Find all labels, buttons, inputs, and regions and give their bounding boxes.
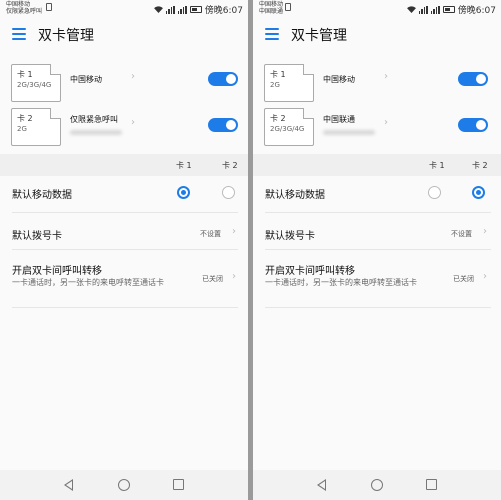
default-data-radio-card-1[interactable] — [428, 186, 441, 199]
chevron-right-icon: › — [384, 117, 388, 128]
battery-icon — [189, 6, 202, 13]
divider — [265, 212, 491, 213]
recent-apps-icon[interactable] — [426, 479, 437, 490]
default-dial-value: 不设置 — [200, 230, 221, 238]
chevron-right-icon: › — [232, 271, 236, 282]
sim-slot-label: 卡 2 — [17, 114, 33, 123]
carrier-1-label: 中国移动 — [259, 1, 284, 8]
redacted-number — [323, 130, 375, 135]
sim-1-toggle[interactable] — [208, 72, 238, 86]
sim-network-types: 2G — [270, 81, 280, 89]
call-forward-description: 一卡通话时，另一张卡的来电呼转至通话卡 — [265, 278, 417, 287]
sim-card-icon: 卡 1 2G/3G/4G — [11, 64, 61, 102]
column-header-card-2: 卡 2 — [222, 161, 238, 170]
home-icon[interactable] — [371, 479, 383, 491]
sim-card-icon: 卡 2 2G/3G/4G — [264, 108, 314, 146]
chevron-right-icon: › — [131, 117, 135, 128]
column-header-card-1: 卡 1 — [176, 161, 192, 170]
phone-screen-right: 中国移动 中国联通 傍晚6:07 双卡管理 卡 1 2G 中国移动 › 卡 2 … — [253, 0, 501, 500]
sim-status-icon — [46, 3, 52, 11]
phone-screen-left: 中国移动 仅限紧急呼叫 傍晚6:07 双卡管理 卡 1 2G/3G/4G 中国移… — [0, 0, 248, 500]
status-time: 傍晚6:07 — [457, 6, 496, 16]
home-icon[interactable] — [118, 479, 130, 491]
carrier-info: 中国移动 中国联通 — [259, 1, 283, 15]
default-data-radio-card-2[interactable] — [472, 186, 485, 199]
page-title: 双卡管理 — [291, 28, 347, 44]
menu-icon[interactable] — [12, 28, 26, 40]
signal-icon — [418, 5, 428, 14]
app-bar: 双卡管理 — [0, 20, 248, 50]
wifi-icon — [153, 6, 163, 13]
signal-icon-2 — [177, 5, 187, 14]
status-time: 傍晚6:07 — [204, 6, 243, 16]
chevron-right-icon: › — [131, 71, 135, 82]
page-title: 双卡管理 — [38, 28, 94, 44]
divider — [265, 249, 491, 250]
divider — [265, 307, 491, 308]
chevron-right-icon: › — [483, 271, 487, 282]
sim-operator-name: 中国移动 — [70, 75, 102, 84]
wifi-icon — [406, 6, 416, 13]
carrier-info: 中国移动 仅限紧急呼叫 — [6, 1, 42, 15]
carrier-2-label: 仅限紧急呼叫 — [6, 8, 43, 15]
status-bar: 中国移动 仅限紧急呼叫 傍晚6:07 — [0, 0, 248, 18]
sim-slot-label: 卡 1 — [17, 70, 33, 79]
app-bar: 双卡管理 — [253, 20, 501, 50]
sim-slot-label: 卡 2 — [270, 114, 286, 123]
navigation-bar — [0, 470, 248, 500]
divider — [12, 212, 238, 213]
signal-icon-2 — [430, 5, 440, 14]
column-header-card-2: 卡 2 — [472, 161, 488, 170]
signal-icon — [165, 5, 175, 14]
sim-network-types: 2G/3G/4G — [270, 125, 305, 133]
sim-operator-name: 仅限紧急呼叫 — [70, 115, 118, 124]
default-data-label: 默认移动数据 — [12, 190, 72, 201]
menu-icon[interactable] — [265, 28, 279, 40]
sim-operator-name: 中国移动 — [323, 75, 355, 84]
sim-operator-name: 中国联通 — [323, 115, 355, 124]
divider — [12, 249, 238, 250]
sim-network-types: 2G — [17, 125, 27, 133]
default-data-radio-card-2[interactable] — [222, 186, 235, 199]
section-divider — [0, 154, 248, 176]
default-dial-label: 默认拨号卡 — [12, 231, 62, 242]
chevron-right-icon: › — [483, 226, 487, 237]
default-data-radio-card-1[interactable] — [177, 186, 190, 199]
sim-status-icon — [285, 3, 291, 11]
sim-card-icon: 卡 2 2G — [11, 108, 61, 146]
chevron-right-icon: › — [232, 226, 236, 237]
battery-icon — [442, 6, 455, 13]
status-bar: 中国移动 中国联通 傍晚6:07 — [253, 0, 501, 18]
sim-1-toggle[interactable] — [458, 72, 488, 86]
sim-2-toggle[interactable] — [208, 118, 238, 132]
sim-card-icon: 卡 1 2G — [264, 64, 314, 102]
column-header-card-1: 卡 1 — [429, 161, 445, 170]
carrier-2-label: 中国联通 — [259, 8, 284, 15]
call-forward-label: 开启双卡间呼叫转移 — [12, 266, 102, 277]
carrier-1-label: 中国移动 — [6, 1, 31, 8]
section-divider — [253, 154, 501, 176]
sim-2-toggle[interactable] — [458, 118, 488, 132]
call-forward-label: 开启双卡间呼叫转移 — [265, 266, 355, 277]
default-dial-label: 默认拨号卡 — [265, 231, 315, 242]
sim-network-types: 2G/3G/4G — [17, 81, 52, 89]
chevron-right-icon: › — [384, 71, 388, 82]
redacted-number — [70, 130, 122, 135]
back-icon[interactable] — [317, 479, 326, 491]
call-forward-description: 一卡通话时，另一张卡的来电呼转至通话卡 — [12, 278, 164, 287]
navigation-bar — [253, 470, 501, 500]
default-dial-value: 不设置 — [451, 230, 472, 238]
default-data-label: 默认移动数据 — [265, 190, 325, 201]
call-forward-value: 已关闭 — [202, 275, 223, 283]
call-forward-value: 已关闭 — [453, 275, 474, 283]
back-icon[interactable] — [64, 479, 73, 491]
divider — [12, 307, 238, 308]
recent-apps-icon[interactable] — [173, 479, 184, 490]
sim-slot-label: 卡 1 — [270, 70, 286, 79]
